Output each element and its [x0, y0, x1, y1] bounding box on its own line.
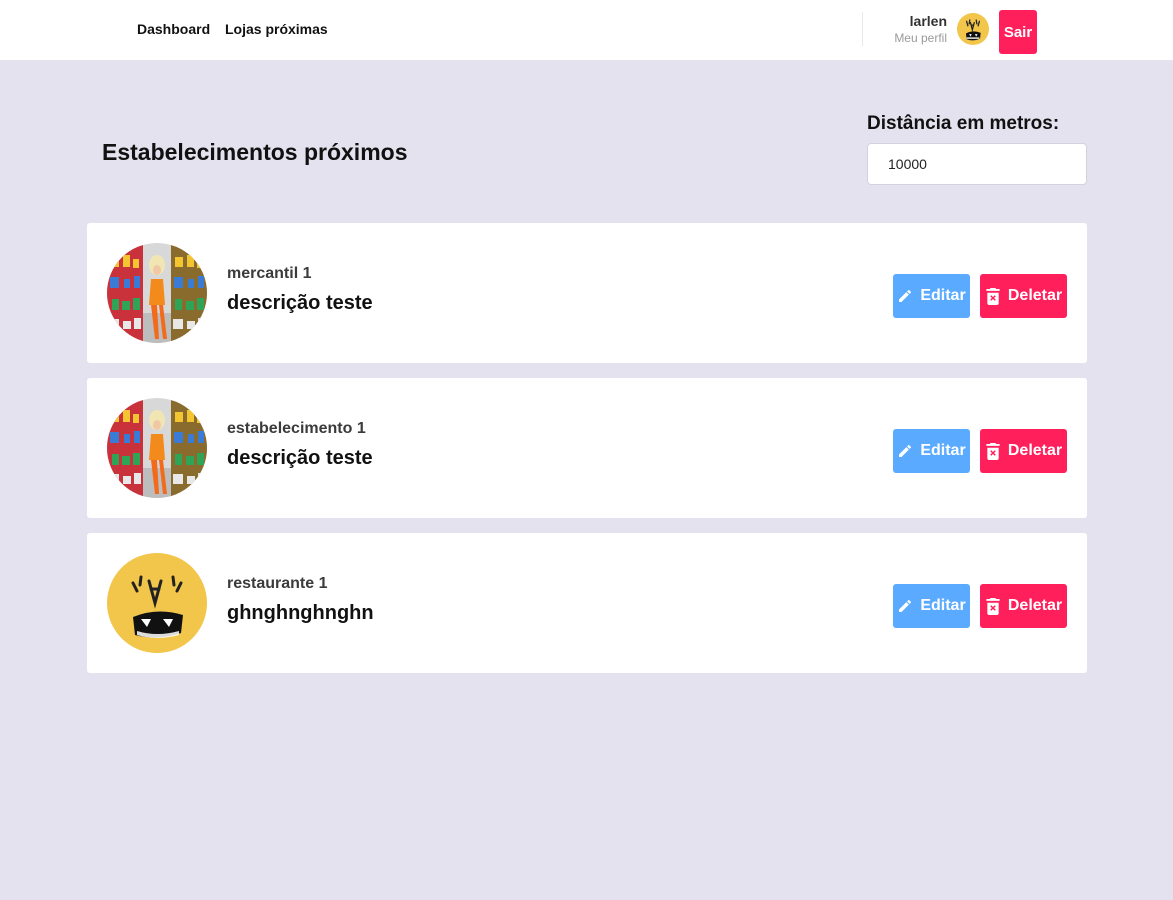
- supermarket-photo-icon: [107, 243, 207, 343]
- supermarket-photo-icon: [107, 398, 207, 498]
- top-navigation-bar: Dashboard Lojas próximas larlen Meu perf…: [0, 0, 1173, 61]
- pencil-icon: [897, 442, 913, 460]
- monster-face-icon: [107, 553, 207, 653]
- edit-button[interactable]: Editar: [893, 584, 970, 628]
- profile-divider: [862, 12, 863, 46]
- profile-avatar[interactable]: [957, 13, 989, 45]
- monster-face-icon: [957, 13, 989, 45]
- delete-button-label: Deletar: [1007, 597, 1063, 614]
- delete-button[interactable]: Deletar: [980, 584, 1067, 628]
- delete-button-label: Deletar: [1007, 442, 1063, 459]
- trash-icon: [985, 287, 1001, 305]
- edit-button-label: Editar: [920, 442, 966, 459]
- store-description: ghnghnghnghn: [227, 602, 374, 624]
- store-name: mercantil 1: [227, 265, 312, 282]
- store-card: estabelecimento 1 descrição teste Editar…: [87, 378, 1087, 518]
- nav-link-dashboard[interactable]: Dashboard: [137, 20, 210, 38]
- store-image: [107, 398, 207, 498]
- store-image: [107, 243, 207, 343]
- edit-button[interactable]: Editar: [893, 274, 970, 318]
- profile-username: larlen: [909, 13, 947, 29]
- nav-link-nearby-stores[interactable]: Lojas próximas: [225, 20, 328, 38]
- store-card: mercantil 1 descrição teste Editar Delet…: [87, 223, 1087, 363]
- edit-button[interactable]: Editar: [893, 429, 970, 473]
- store-description: descrição teste: [227, 292, 373, 314]
- distance-input[interactable]: [867, 143, 1087, 185]
- store-name: restaurante 1: [227, 575, 328, 592]
- delete-button[interactable]: Deletar: [980, 429, 1067, 473]
- edit-button-label: Editar: [920, 597, 966, 614]
- pencil-icon: [897, 597, 913, 615]
- page-title: Estabelecimentos próximos: [102, 139, 408, 165]
- trash-icon: [985, 442, 1001, 460]
- my-profile-link[interactable]: Meu perfil: [894, 31, 947, 45]
- store-image: [107, 553, 207, 653]
- trash-icon: [985, 597, 1001, 615]
- distance-label: Distância em metros:: [867, 113, 1060, 134]
- logout-button[interactable]: Sair: [999, 10, 1037, 54]
- store-list: mercantil 1 descrição teste Editar Delet…: [87, 223, 1087, 688]
- edit-button-label: Editar: [920, 287, 966, 304]
- delete-button[interactable]: Deletar: [980, 274, 1067, 318]
- delete-button-label: Deletar: [1007, 287, 1063, 304]
- store-card: restaurante 1 ghnghnghnghn Editar Deleta…: [87, 533, 1087, 673]
- store-name: estabelecimento 1: [227, 420, 366, 437]
- pencil-icon: [897, 287, 913, 305]
- store-description: descrição teste: [227, 447, 373, 469]
